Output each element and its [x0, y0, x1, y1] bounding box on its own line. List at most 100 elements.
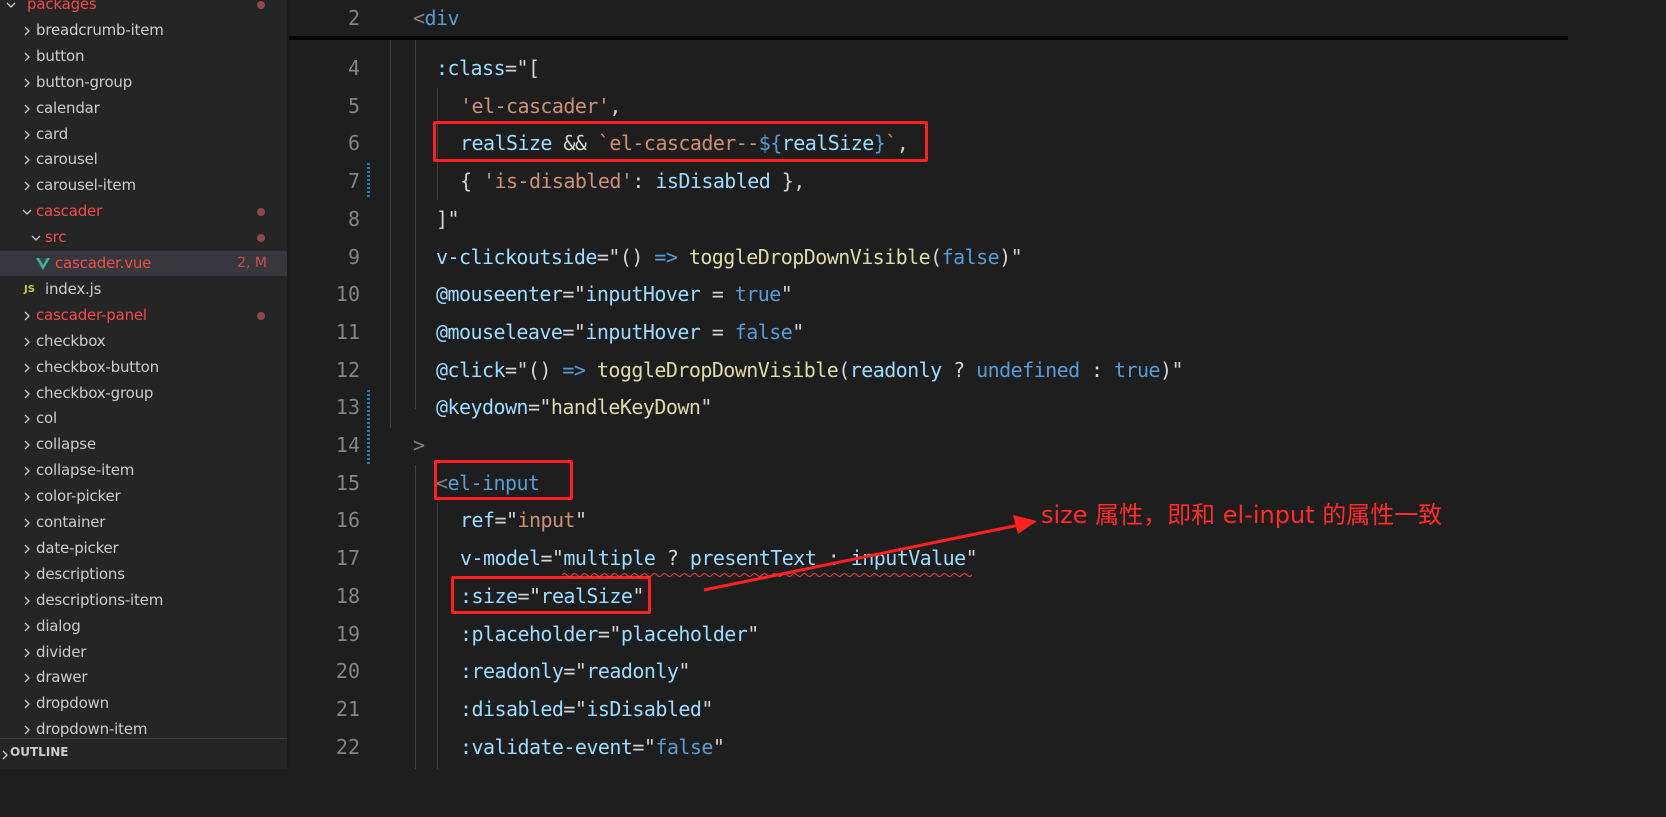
tree-item[interactable]: descriptions-item — [0, 588, 287, 613]
tree-item[interactable]: collapse — [0, 432, 287, 457]
code-token: false — [734, 319, 793, 344]
code-line[interactable]: 9 v-clickoutside="() => toggleDropDownVis… — [289, 239, 1568, 276]
tree-item-label: color-picker — [36, 487, 121, 506]
line-number: 17 — [335, 546, 360, 571]
tree-item[interactable]: dropdown — [0, 691, 287, 716]
tree-item[interactable]: src — [0, 225, 287, 250]
chevron-right-icon — [20, 432, 34, 457]
tree-item[interactable]: divider — [0, 640, 287, 665]
code-editor[interactable]: 2 <div 4:class="[5'el-cascader', 6 realSize … — [289, 0, 1568, 769]
chevron-right-icon — [20, 303, 34, 328]
code-text: <div — [413, 0, 460, 37]
tree-item[interactable]: button — [0, 44, 287, 69]
tree-item[interactable]: carousel-item — [0, 173, 287, 198]
tree-item[interactable]: button-group — [0, 70, 287, 95]
line-number: 12 — [335, 357, 360, 382]
tree-item[interactable]: checkbox — [0, 329, 287, 354]
chevron-down-icon — [29, 225, 43, 250]
vscode-window: packages breadcrumb-item button button-grou… — [0, 0, 1568, 769]
code-line[interactable]: 10 @mouseenter="inputHover = true" — [289, 276, 1568, 313]
chevron-right-icon — [20, 147, 34, 172]
code-token: : — [632, 169, 656, 194]
tree-item[interactable]: card — [0, 122, 287, 147]
code-token: isDisabled — [655, 169, 771, 194]
code-token: " — [780, 282, 793, 307]
git-change-marker — [367, 163, 370, 198]
line-number: 20 — [335, 659, 360, 684]
code-token: undefined — [976, 357, 1080, 382]
code-line[interactable]: 5 'el-cascader', — [289, 88, 1568, 125]
line-number: 19 — [335, 621, 360, 646]
tree-item-label: checkbox — [36, 331, 106, 350]
chevron-right-icon — [20, 665, 34, 690]
tree-item-label: checkbox-button — [36, 357, 159, 376]
code-token: ? — [941, 357, 977, 382]
code-line[interactable]: 21:disabled="isDisabled" — [289, 691, 1568, 728]
code-line[interactable]: 14 > — [289, 427, 1568, 464]
code-line[interactable]: 7 { 'is-disabled': isDisabled }, — [289, 163, 1568, 200]
code-token: ]" — [436, 206, 460, 231]
tree-item-label: index.js — [45, 279, 102, 298]
tree-item[interactable]: date-picker — [0, 536, 287, 561]
tree-item[interactable]: packages — [0, 0, 287, 17]
code-token: toggleDropDownVisible — [596, 357, 839, 382]
code-text: { 'is-disabled': isDisabled }, — [460, 163, 805, 200]
tree-item[interactable]: checkbox-group — [0, 381, 287, 406]
code-line[interactable]: 13 @keydown="handleKeyDown" — [289, 389, 1568, 426]
tree-item[interactable]: cascader — [0, 199, 287, 224]
code-line[interactable]: 2 <div — [289, 0, 1568, 37]
code-line[interactable]: 11 @mouseleave="inputHover = false" — [289, 314, 1568, 351]
tree-item[interactable]: JS index.js — [0, 277, 287, 302]
line-number: 13 — [335, 395, 360, 420]
git-status-badge: 2, M — [237, 255, 267, 271]
code-token: =" — [494, 508, 518, 533]
tree-item[interactable]: breadcrumb-item — [0, 18, 287, 43]
indent-guide — [415, 40, 416, 409]
code-token: ref — [460, 508, 495, 533]
tree-item[interactable]: carousel — [0, 147, 287, 172]
code-token: handleKeyDown — [550, 395, 701, 420]
tree-item[interactable]: checkbox-button — [0, 355, 287, 380]
tree-item[interactable]: color-picker — [0, 484, 287, 509]
line-number: 4 — [347, 56, 360, 80]
tree-item[interactable]: cascader.vue 2, M — [0, 251, 287, 276]
tree-item[interactable]: collapse-item — [0, 458, 287, 483]
code-token: ="() — [504, 357, 563, 382]
code-line[interactable]: 22:validate-event="false" — [289, 729, 1568, 766]
chevron-down-icon — [20, 199, 34, 224]
tree-item[interactable]: drawer — [0, 665, 287, 690]
outline-section-header[interactable]: OUTLINE — [0, 738, 287, 769]
code-token: true — [1114, 357, 1161, 382]
modified-dot-icon — [257, 208, 265, 217]
tree-item[interactable]: calendar — [0, 96, 287, 121]
chevron-right-icon — [20, 458, 34, 483]
tree-item[interactable]: descriptions — [0, 562, 287, 587]
code-token: , — [609, 93, 621, 118]
code-token: = — [700, 319, 735, 344]
modified-dot-icon — [257, 311, 265, 320]
tree-item[interactable]: cascader-panel — [0, 303, 287, 328]
code-token: :validate-event — [460, 734, 633, 759]
code-token: inputHover — [585, 319, 701, 344]
code-token: }, — [770, 169, 806, 194]
code-token: placeholder — [620, 621, 748, 646]
tree-item-label: cascader-panel — [36, 305, 147, 324]
code-token: 'el-cascader' — [460, 93, 610, 118]
code-line[interactable]: 8]" — [289, 201, 1568, 238]
tree-item[interactable]: container — [0, 510, 287, 535]
modified-dot-icon — [257, 234, 265, 243]
chevron-right-icon — [20, 18, 34, 43]
code-line[interactable]: 20:readonly="readonly" — [289, 653, 1568, 690]
code-token: =" — [597, 621, 622, 646]
code-token: " — [965, 546, 978, 571]
chevron-right-icon — [20, 640, 34, 665]
tree-item[interactable]: col — [0, 406, 287, 431]
code-line[interactable]: 4:class="[ — [289, 50, 1568, 87]
tree-item[interactable]: dialog — [0, 614, 287, 639]
code-token: > — [413, 433, 425, 457]
code-line[interactable]: 12 @click="() => toggleDropDownVisible(re… — [289, 352, 1568, 389]
code-line[interactable]: 19:placeholder="placeholder" — [289, 616, 1568, 653]
code-token: =" — [563, 659, 587, 684]
chevron-right-icon — [20, 329, 34, 354]
